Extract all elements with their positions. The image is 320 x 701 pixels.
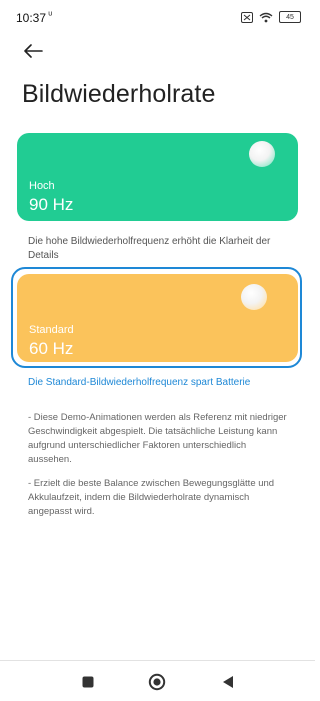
info-note: - Diese Demo-Animationen werden als Refe… bbox=[28, 412, 287, 465]
navigation-bar bbox=[0, 660, 315, 701]
back-button[interactable] bbox=[20, 38, 46, 64]
option-description-high: Die hohe Bildwiederholfrequenz erhöht di… bbox=[28, 236, 271, 261]
status-icons: 45 bbox=[241, 10, 301, 24]
recent-apps-button[interactable] bbox=[78, 672, 98, 692]
option-mode-label: Hoch bbox=[29, 180, 55, 192]
info-note: - Erzielt die beste Balance zwischen Bew… bbox=[28, 478, 275, 517]
demo-ball-animation bbox=[241, 284, 267, 310]
circle-icon bbox=[148, 673, 166, 691]
option-rate-value: 60 Hz bbox=[29, 339, 74, 358]
option-description-standard: Die Standard-Bildwiederholfrequenz spart… bbox=[28, 377, 251, 388]
triangle-back-icon bbox=[223, 676, 233, 688]
status-time: 10:37 bbox=[16, 11, 47, 25]
home-button[interactable] bbox=[147, 672, 167, 692]
option-rate-value: 90 Hz bbox=[29, 195, 74, 214]
demo-ball-animation bbox=[249, 141, 275, 167]
refresh-rate-option-standard[interactable]: Standard 60 Hz bbox=[17, 274, 298, 362]
option-mode-label: Standard bbox=[29, 324, 74, 336]
sim-none-icon bbox=[241, 11, 253, 23]
wifi-icon bbox=[259, 12, 273, 22]
nav-back-button[interactable] bbox=[218, 672, 238, 692]
refresh-rate-option-high[interactable]: Hoch 90 Hz bbox=[17, 133, 298, 221]
page-title: Bildwiederholrate bbox=[22, 80, 216, 108]
square-icon bbox=[82, 676, 94, 688]
status-bar: 10:37 ᓑ 45 bbox=[0, 0, 315, 34]
notification-icon: ᓑ bbox=[48, 11, 53, 22]
arrow-left-icon bbox=[24, 44, 43, 58]
battery-icon: 45 bbox=[279, 11, 301, 23]
